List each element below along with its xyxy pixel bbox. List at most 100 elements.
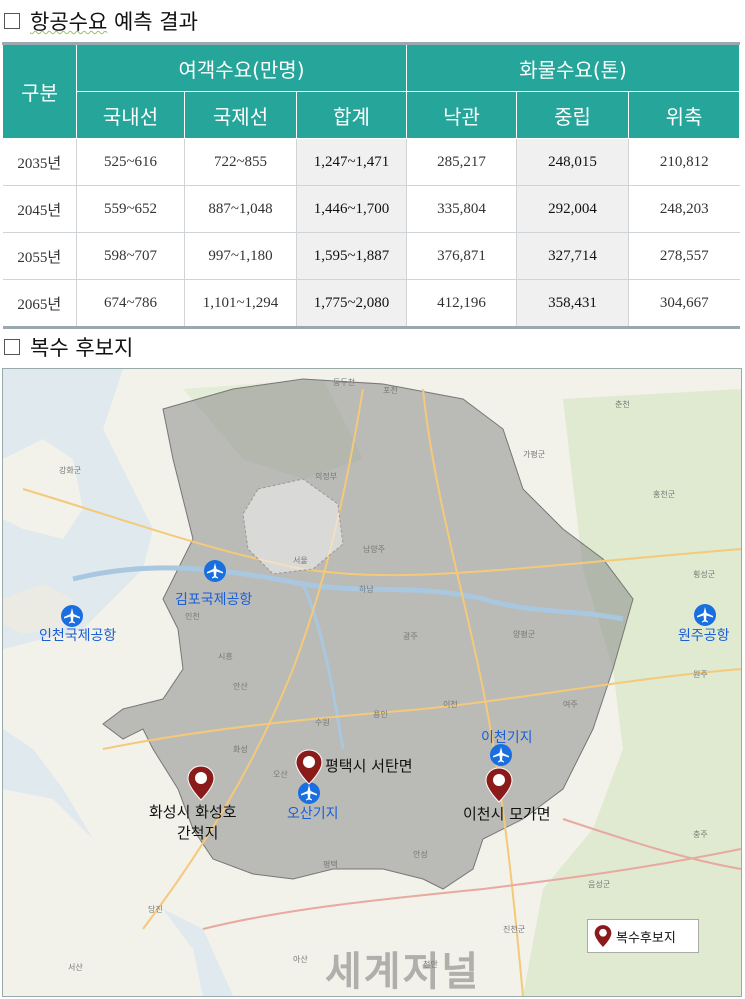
place-label: 양평군	[513, 630, 536, 639]
place-label: 오산	[273, 770, 288, 779]
place-label: 아산	[293, 955, 308, 964]
airplane-icon	[694, 604, 716, 626]
legend-label: 복수후보지	[616, 930, 676, 946]
table-cell: 248,203	[628, 185, 740, 233]
table-cell: 1,775~2,080	[296, 279, 408, 329]
place-label: 수원	[315, 718, 330, 727]
table-cell: 210,812	[628, 138, 740, 186]
airport-label-gimpo: 김포국제공항	[175, 592, 253, 608]
map-pin-icon	[485, 767, 513, 803]
table-corner-header: 구분	[2, 42, 77, 139]
table-cell: 327,714	[516, 232, 630, 280]
table-cell: 412,196	[406, 279, 518, 329]
place-label: 의정부	[315, 472, 338, 481]
section-title-candidates: 복수 후보지	[4, 332, 133, 362]
map-pin-icon	[295, 749, 323, 785]
table-row: 2055년 598~707 997~1,180 1,595~1,887 376,…	[2, 232, 740, 280]
place-label: 평택	[323, 860, 338, 869]
subheader-domestic: 국내선	[76, 91, 185, 139]
place-label: 음성군	[588, 880, 611, 889]
table-cell: 278,557	[628, 232, 740, 280]
table-cell: 887~1,048	[184, 185, 297, 233]
candidate-label-hwaseong-2: 간척지	[177, 824, 219, 842]
subheader-neutral: 중립	[516, 91, 630, 139]
place-label: 서산	[68, 963, 83, 972]
table-row: 2035년 525~616 722~855 1,247~1,471 285,21…	[2, 138, 740, 186]
table-cell: 722~855	[184, 138, 297, 186]
candidate-label-icheon: 이천시 모가면	[463, 805, 551, 823]
table-cell: 674~786	[76, 279, 185, 329]
airport-label-wonju: 원주공항	[678, 628, 730, 644]
place-label: 남양주	[363, 545, 386, 554]
place-label: 시흥	[218, 652, 233, 661]
section-title-forecast: 항공수요 예측 결과	[4, 6, 198, 36]
place-label: 화성	[233, 745, 248, 754]
place-label-incheon: 인천	[185, 612, 200, 621]
place-label: 가평군	[523, 450, 546, 459]
place-label: 진천군	[503, 925, 526, 934]
section-title-candidates-text: 복수 후보지	[30, 336, 134, 360]
candidate-site-map: 서울 인천 강화군 동두천 포천 가평군 춘천 홍천군 횡성군 원주 양평군 여…	[2, 368, 742, 997]
table-cell: 1,101~1,294	[184, 279, 297, 329]
place-label: 여주	[563, 700, 578, 709]
section-title-forecast-b: 예측 결과	[107, 10, 198, 34]
place-label: 용인	[373, 710, 388, 719]
checkbox-square-icon	[4, 339, 20, 355]
table-cell: 1,595~1,887	[296, 232, 408, 280]
table-row: 2065년 674~786 1,101~1,294 1,775~2,080 41…	[2, 279, 740, 329]
table-cell: 304,667	[628, 279, 740, 329]
table-cell: 335,804	[406, 185, 518, 233]
place-label-seoul: 서울	[293, 556, 308, 565]
place-label: 충주	[693, 830, 708, 839]
candidate-label-hwaseong: 화성시 화성호	[149, 803, 237, 821]
table-cell: 997~1,180	[184, 232, 297, 280]
airplane-icon	[490, 744, 512, 766]
table-cell: 248,015	[516, 138, 630, 186]
airplane-icon	[204, 560, 226, 582]
table-cell: 292,004	[516, 185, 630, 233]
table-cell: 1,247~1,471	[296, 138, 408, 186]
place-label: 춘천	[615, 400, 630, 409]
checkbox-square-icon	[4, 13, 20, 29]
airport-label-osan: 오산기지	[287, 806, 339, 822]
map-pin-icon	[187, 765, 215, 801]
place-label: 당진	[148, 905, 163, 914]
passenger-group-header: 여객수요(만명)	[75, 42, 408, 92]
place-label: 동두천	[333, 378, 356, 387]
year-cell: 2055년	[2, 232, 77, 280]
year-cell: 2045년	[2, 185, 77, 233]
table-cell: 376,871	[406, 232, 518, 280]
subheader-total: 합계	[295, 91, 408, 139]
demand-forecast-table: 구분 여객수요(만명) 화물수요(톤) 국내선 국제선 합계 낙관 중립 위축 …	[2, 42, 741, 329]
candidate-label-pyeongtaek: 평택시 서탄면	[325, 757, 413, 775]
year-cell: 2065년	[2, 279, 77, 329]
section-title-forecast-a: 항공수요	[30, 10, 108, 34]
place-label: 횡성군	[693, 570, 716, 579]
place-label: 안성	[413, 850, 428, 859]
subheader-contraction: 위축	[628, 91, 741, 139]
airport-label-incheon: 인천국제공항	[39, 628, 117, 644]
table-cell: 559~652	[76, 185, 185, 233]
place-label: 원주	[693, 670, 708, 679]
cargo-group-header: 화물수요(톤)	[406, 42, 741, 92]
place-label: 광주	[403, 632, 418, 641]
watermark: 세계저널	[325, 948, 481, 995]
place-label: 이천	[443, 700, 458, 709]
table-cell: 525~616	[76, 138, 185, 186]
subheader-optimistic: 낙관	[406, 91, 518, 139]
map-legend: 복수후보지	[587, 919, 699, 953]
place-label: 하남	[359, 585, 374, 594]
table-cell: 358,431	[516, 279, 630, 329]
base-map-graphic	[3, 369, 741, 996]
table-cell: 1,446~1,700	[296, 185, 408, 233]
place-label: 포천	[383, 386, 398, 395]
table-cell: 285,217	[406, 138, 518, 186]
table-cell: 598~707	[76, 232, 185, 280]
map-pin-icon	[594, 925, 612, 947]
subheader-international: 국제선	[184, 91, 297, 139]
place-label: 홍천군	[653, 490, 676, 499]
table-row: 2045년 559~652 887~1,048 1,446~1,700 335,…	[2, 185, 740, 233]
year-cell: 2035년	[2, 138, 77, 186]
place-label: 안산	[233, 682, 248, 691]
place-label: 강화군	[59, 466, 82, 475]
